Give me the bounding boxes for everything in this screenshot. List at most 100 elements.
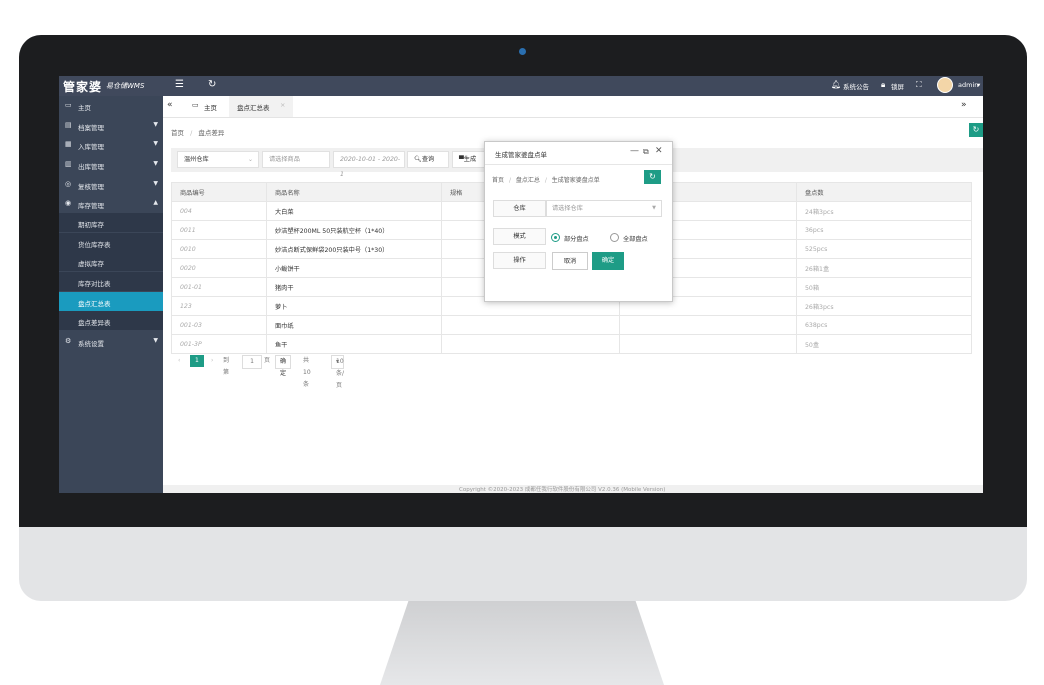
- sidebar: ▭ 主页 ▤ 档案管理 ▼ ▦ 入库管理 ▼ ▥ 出库管理 ▼ ◎ 复核管理 ▼…: [59, 96, 163, 493]
- cell-count: 24箱3pcs: [796, 201, 972, 221]
- breadcrumb-separator: /: [544, 177, 547, 184]
- sidebar-subitem-stock-compare[interactable]: 库存对比表: [59, 272, 163, 291]
- search-icon: 🔍︎: [414, 156, 422, 163]
- date-range-input[interactable]: 2020-10-01 - 2020-1: [333, 151, 405, 178]
- page-size-select[interactable]: 10 条/页 ▾: [331, 355, 344, 389]
- monitor-icon: ▭: [65, 101, 72, 109]
- sidebar-item-inventory[interactable]: ◉ 库存管理 ▲: [59, 194, 163, 213]
- sidebar-item-label: 主页: [78, 104, 91, 112]
- cell-spec: [441, 334, 620, 354]
- avatar[interactable]: [937, 77, 953, 93]
- sidebar-item-label: 虚拟库存: [78, 260, 104, 268]
- cell-count: 525pcs: [796, 239, 972, 259]
- close-icon[interactable]: ×: [280, 101, 285, 109]
- warehouse-select-value: 温州仓库: [184, 156, 209, 163]
- sidebar-item-inbound[interactable]: ▦ 入库管理 ▼: [59, 135, 163, 154]
- tab-count-summary[interactable]: 盘点汇总表 ×: [229, 96, 293, 117]
- top-bar: 管家婆 易仓储WMS ☰ ↻ 🔔︎ 系统公告 🔒︎ 锁屏 ⛶ admin ▾: [59, 76, 983, 96]
- cell-code: 0010: [171, 239, 267, 259]
- dialog-warehouse-select[interactable]: 请选择仓库 ▼: [546, 200, 662, 217]
- next-page-icon[interactable]: ›: [211, 355, 213, 367]
- table-row[interactable]: 001-3P 鱼干 50盒: [171, 334, 972, 354]
- table-row[interactable]: 001-03 面巾纸 638pcs: [171, 315, 972, 335]
- monitor-stand: [380, 601, 664, 685]
- sidebar-subitem-count-summary[interactable]: 盘点汇总表: [59, 292, 163, 311]
- partial-count-radio[interactable]: [551, 233, 560, 242]
- cell-name: 鱼干: [266, 334, 442, 354]
- prev-page-icon[interactable]: ‹: [178, 355, 180, 367]
- sidebar-item-label: 盘点汇总表: [78, 300, 111, 308]
- chevron-down-icon: ▼: [153, 337, 158, 344]
- monitor-icon: ▭: [192, 101, 199, 109]
- sidebar-item-home[interactable]: ▭ 主页: [59, 96, 163, 115]
- query-button[interactable]: 🔍︎查询: [407, 151, 449, 168]
- dialog-refresh-button[interactable]: ↻: [644, 170, 661, 184]
- breadcrumb-item[interactable]: 首页: [492, 177, 504, 184]
- maximize-icon[interactable]: ⧉: [643, 147, 649, 157]
- sidebar-subitem-opening-stock[interactable]: 期初库存: [59, 213, 163, 232]
- sidebar-item-settings[interactable]: ⚙ 系统设置 ▼: [59, 332, 163, 351]
- reload-icon[interactable]: ↻: [208, 79, 216, 90]
- sidebar-item-archive[interactable]: ▤ 档案管理 ▼: [59, 116, 163, 135]
- user-name[interactable]: admin: [958, 81, 978, 89]
- cancel-button[interactable]: 取消: [552, 252, 588, 270]
- sidebar-item-label: 入库管理: [78, 143, 104, 151]
- chevron-down-icon: ▼: [153, 140, 158, 147]
- cell-name: 妙洁点断式保鲜袋200只装中号（1*30）: [266, 239, 442, 259]
- cell-name: 猪肉干: [266, 277, 442, 297]
- bell-icon[interactable]: 🔔︎: [831, 80, 841, 89]
- app-logo: 管家婆: [63, 80, 103, 94]
- sidebar-subitem-count-diff[interactable]: 盘点差异表: [59, 311, 163, 330]
- partial-count-label[interactable]: 部分盘点: [564, 234, 589, 243]
- lock-icon[interactable]: 🔒︎: [881, 80, 885, 90]
- minimize-icon[interactable]: —: [630, 146, 639, 156]
- pager-goto-label: 到第: [223, 357, 230, 376]
- cell-count: 36pcs: [796, 220, 972, 240]
- cell-code: 001-3P: [171, 334, 267, 354]
- chevron-down-icon: ▼: [153, 160, 158, 167]
- inbound-icon: ▦: [65, 140, 72, 148]
- page-current[interactable]: 1: [190, 355, 204, 367]
- breadcrumb-separator: /: [190, 129, 193, 137]
- app-logo-subtitle: 易仓储WMS: [106, 82, 145, 90]
- menu-toggle-icon[interactable]: ☰: [175, 79, 184, 90]
- confirm-button[interactable]: 确定: [592, 252, 624, 270]
- sidebar-subitem-location-stock[interactable]: 货位库存表: [59, 233, 163, 252]
- warehouse-select[interactable]: 温州仓库 ⌄: [177, 151, 259, 168]
- sidebar-item-outbound[interactable]: ▥ 出库管理 ▼: [59, 155, 163, 174]
- breadcrumb: 首页 / 盘点差异: [171, 127, 224, 137]
- dialog-breadcrumb: 首页 / 盘点汇总 / 生成管家婆盘点单: [492, 175, 600, 184]
- column-header[interactable]: 商品编号: [171, 182, 267, 202]
- cell-code: 001-03: [171, 315, 267, 335]
- breadcrumb-item[interactable]: 盘点汇总: [516, 177, 540, 184]
- page-number-input[interactable]: 1: [242, 355, 262, 369]
- refresh-button[interactable]: ↻: [969, 123, 983, 137]
- breadcrumb-item: 生成管家婆盘点单: [551, 177, 600, 184]
- chevron-down-icon: ▼: [153, 121, 158, 128]
- sidebar-subitem-virtual-stock[interactable]: 虚拟库存: [59, 252, 163, 271]
- breadcrumb-home[interactable]: 首页: [171, 129, 184, 137]
- column-header[interactable]: 盘点数: [796, 182, 972, 202]
- chevron-down-icon: ▼: [153, 180, 158, 187]
- full-count-radio[interactable]: [610, 233, 619, 242]
- sidebar-item-review[interactable]: ◎ 复核管理 ▼: [59, 175, 163, 194]
- cell-spec: [441, 315, 620, 335]
- sidebar-item-label: 库存对比表: [78, 280, 111, 288]
- product-search-input[interactable]: 请选择商品: [262, 151, 330, 168]
- footer: Copyright ©2020-2023 成都任我行软件股份有限公司 V2.0.…: [163, 485, 983, 493]
- cell-count: 50盒: [796, 334, 972, 354]
- gear-icon: ⚙: [65, 337, 72, 345]
- close-icon[interactable]: ✕: [655, 146, 663, 156]
- cell-code: 0020: [171, 258, 267, 278]
- full-count-label[interactable]: 全部盘点: [623, 234, 648, 243]
- fullscreen-icon[interactable]: ⛶: [916, 80, 922, 90]
- column-header[interactable]: 商品名称: [266, 182, 442, 202]
- pager-confirm-button[interactable]: 确定: [275, 355, 292, 377]
- chevron-down-icon: ⌄: [247, 156, 253, 163]
- system-notice-link[interactable]: 系统公告: [843, 81, 869, 91]
- lock-screen-link[interactable]: 锁屏: [891, 81, 904, 91]
- tab-label: 主页: [204, 104, 217, 112]
- chevron-down-icon[interactable]: ▾: [977, 81, 980, 89]
- chevron-up-icon: ▲: [153, 199, 158, 206]
- query-button-label: 查询: [421, 156, 435, 163]
